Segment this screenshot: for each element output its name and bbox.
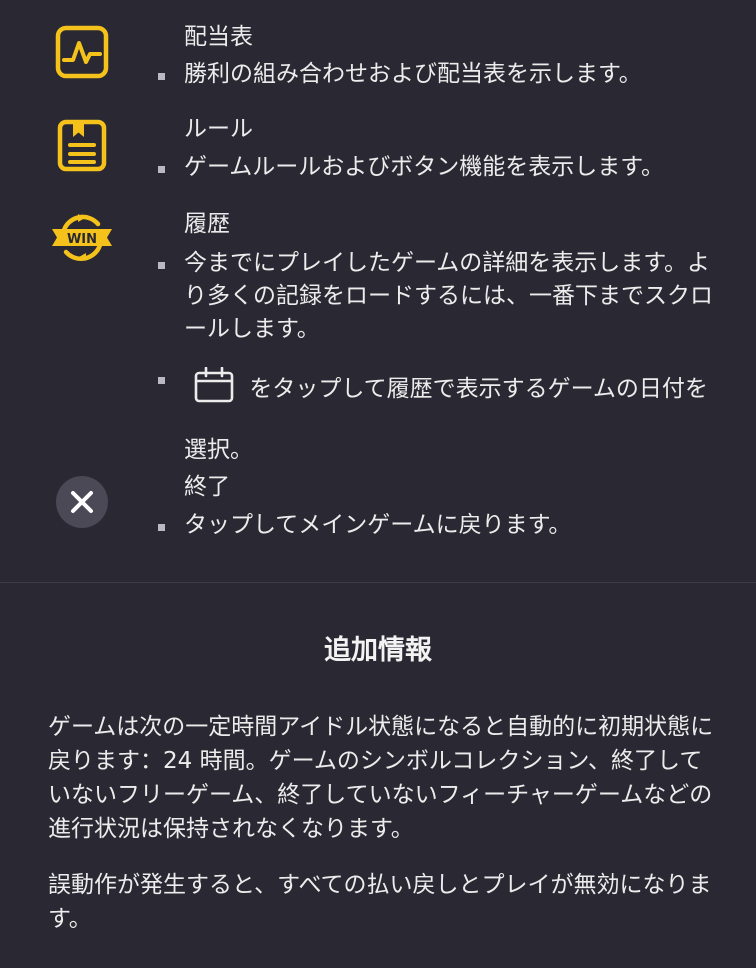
additional-info-heading: 追加情報	[324, 635, 432, 666]
paytable-chart-icon[interactable]	[50, 20, 114, 84]
additional-info-section: 追加情報 ゲームは次の一定時間アイドル状態になると自動的に初期状態に戻ります：2…	[0, 583, 756, 968]
history-description: 今までにプレイしたゲームの詳細を表示します。より多くの記録をロードするには、一番…	[158, 247, 718, 346]
date-tip-suffix: をタップして履歴で表示するゲームの日付を選択。	[184, 376, 708, 463]
exit-description: タップしてメインゲームに戻ります。	[158, 509, 718, 542]
malfunction-paragraph: 誤動作が発生すると、すべての払い戻しとプレイが無効になります。	[48, 872, 712, 932]
close-button[interactable]	[50, 470, 114, 534]
close-icon	[56, 476, 108, 528]
calendar-icon	[194, 366, 234, 423]
paytable-title: 配当表	[184, 24, 253, 50]
paytable-description: 勝利の組み合わせおよび配当表を示します。	[158, 58, 718, 91]
rules-description: ゲームルールおよびボタン機能を表示します。	[158, 151, 718, 184]
rules-title: ルール	[184, 116, 253, 142]
exit-title: 終了	[184, 474, 230, 500]
win-history-icon[interactable]: WIN	[50, 206, 114, 270]
history-title: 履歴	[184, 211, 230, 237]
history-date-tip: をタップして履歴で表示するゲームの日付を選択。	[158, 362, 718, 477]
idle-reset-paragraph: ゲームは次の一定時間アイドル状態になると自動的に初期状態に戻ります：24 時間。…	[48, 714, 714, 842]
menu-section: 配当表 勝利の組み合わせおよび配当表を示します。 ルール ゲームルールおよびボタ…	[0, 0, 756, 582]
svg-text:WIN: WIN	[67, 232, 97, 247]
rules-document-icon[interactable]	[50, 113, 114, 177]
